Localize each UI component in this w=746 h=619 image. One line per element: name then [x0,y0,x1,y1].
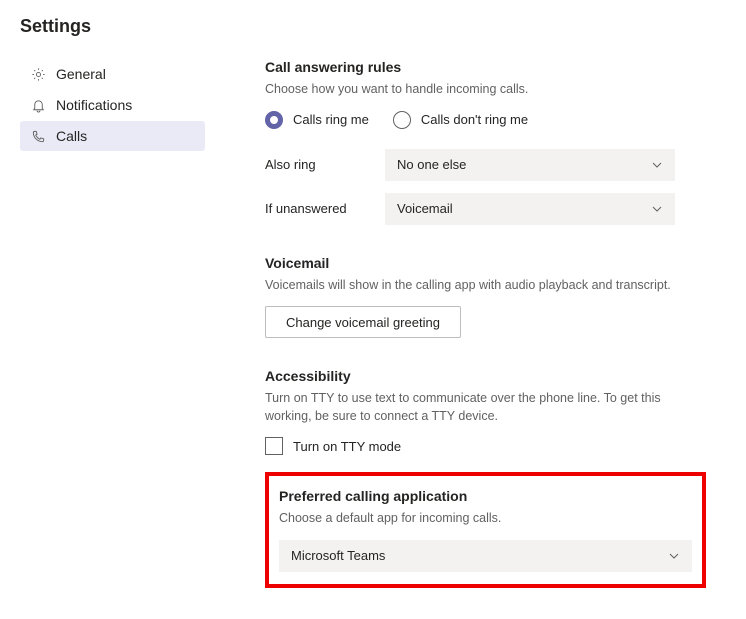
preferred-app-dropdown[interactable]: Microsoft Teams [279,540,692,572]
radio-label: Calls ring me [293,112,369,127]
page-title: Settings [20,16,726,37]
section-accessibility: Accessibility Turn on TTY to use text to… [265,368,706,458]
radio-calls-dont-ring[interactable]: Calls don't ring me [393,111,528,129]
sidebar-item-label: Notifications [56,97,132,113]
if-unanswered-dropdown[interactable]: Voicemail [385,193,675,225]
preferred-app-desc: Choose a default app for incoming calls. [279,510,692,528]
settings-sidebar: General Notifications Calls [20,59,215,588]
radio-calls-ring-me[interactable]: Calls ring me [265,111,369,129]
dropdown-value: Microsoft Teams [291,548,385,563]
chevron-down-icon [668,550,680,562]
checkbox-label: Turn on TTY mode [293,439,401,454]
gear-icon [30,66,46,82]
preferred-app-title: Preferred calling application [279,488,692,504]
accessibility-title: Accessibility [265,368,706,384]
radio-dot-icon [265,111,283,129]
preferred-app-highlight: Preferred calling application Choose a d… [265,472,706,588]
voicemail-desc: Voicemails will show in the calling app … [265,277,706,295]
section-call-rules: Call answering rules Choose how you want… [265,59,706,225]
sidebar-item-notifications[interactable]: Notifications [20,90,205,120]
sidebar-item-general[interactable]: General [20,59,205,89]
sidebar-item-label: General [56,66,106,82]
dropdown-value: Voicemail [397,201,453,216]
change-voicemail-greeting-button[interactable]: Change voicemail greeting [265,306,461,338]
chevron-down-icon [651,203,663,215]
section-voicemail: Voicemail Voicemails will show in the ca… [265,255,706,339]
also-ring-label: Also ring [265,157,385,172]
accessibility-desc: Turn on TTY to use text to communicate o… [265,390,706,425]
also-ring-dropdown[interactable]: No one else [385,149,675,181]
sidebar-item-label: Calls [56,128,87,144]
sidebar-item-calls[interactable]: Calls [20,121,205,151]
tty-mode-checkbox[interactable]: Turn on TTY mode [265,437,401,455]
bell-icon [30,97,46,113]
voicemail-title: Voicemail [265,255,706,271]
settings-main: Call answering rules Choose how you want… [215,59,726,588]
phone-icon [30,128,46,144]
radio-label: Calls don't ring me [421,112,528,127]
checkbox-box-icon [265,437,283,455]
dropdown-value: No one else [397,157,466,172]
call-rules-desc: Choose how you want to handle incoming c… [265,81,706,99]
chevron-down-icon [651,159,663,171]
if-unanswered-label: If unanswered [265,201,385,216]
radio-dot-icon [393,111,411,129]
call-rules-title: Call answering rules [265,59,706,75]
